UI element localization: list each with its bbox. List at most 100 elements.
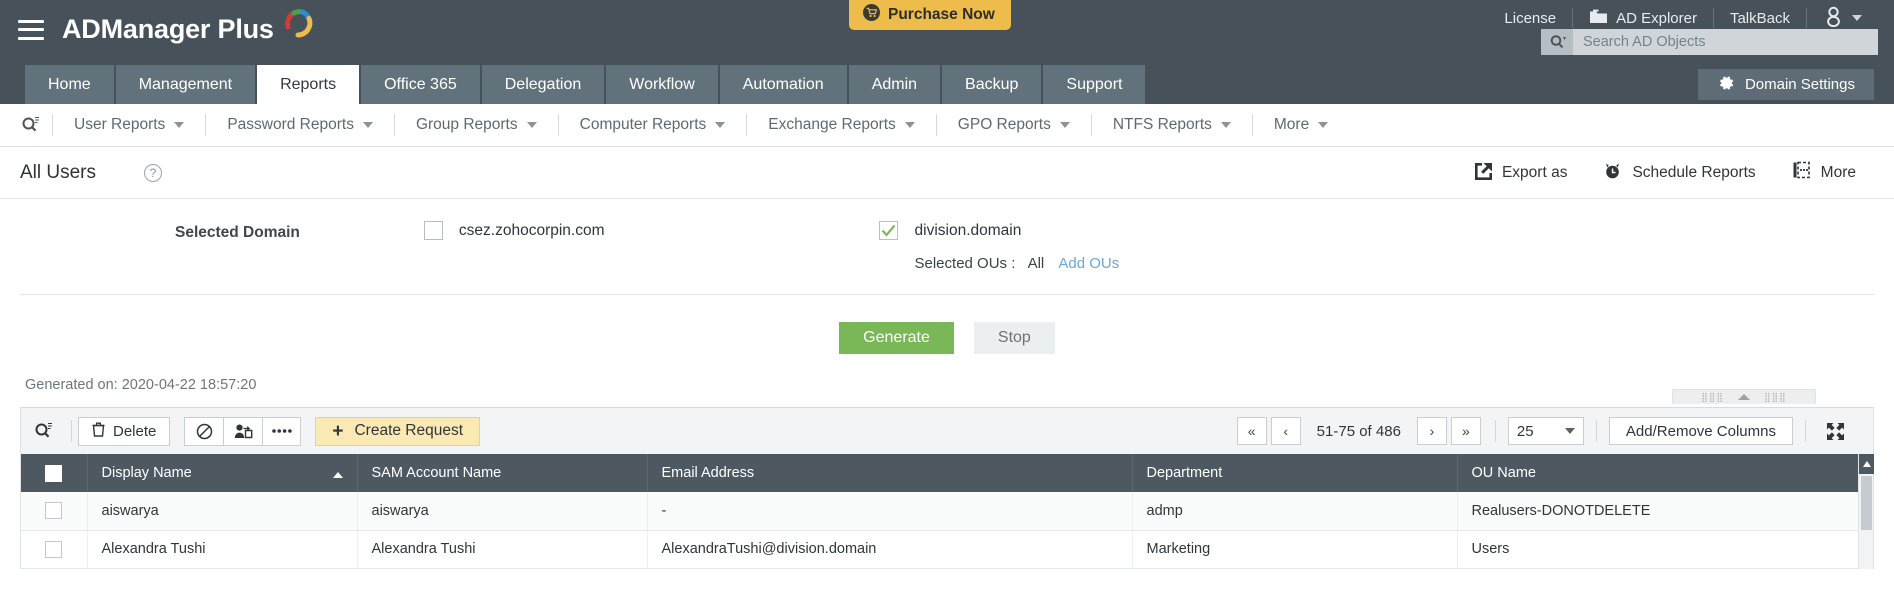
tab-reports[interactable]: Reports: [257, 65, 360, 104]
column-label: Display Name: [101, 465, 192, 481]
divider: [71, 420, 72, 442]
table-toolbar: Delete + Create Request « ‹ 51-75 of 486…: [20, 408, 1874, 454]
ad-explorer-label: AD Explorer: [1616, 9, 1697, 27]
license-link[interactable]: License: [1488, 10, 1572, 27]
domain-settings-label: Domain Settings: [1744, 76, 1855, 93]
chevron-down-icon: [362, 122, 373, 128]
divider: [1595, 420, 1597, 442]
column-email-address[interactable]: Email Address: [647, 454, 1133, 492]
user-account-menu[interactable]: [1807, 6, 1878, 31]
row-select-cell[interactable]: [21, 530, 88, 569]
search-input[interactable]: [1573, 29, 1878, 55]
fullscreen-icon[interactable]: [1818, 422, 1853, 441]
scroll-up-button[interactable]: [1859, 454, 1874, 474]
prev-page-button[interactable]: ‹: [1270, 417, 1301, 445]
table-search-icon[interactable]: [21, 422, 65, 440]
schedule-reports-button[interactable]: Schedule Reports: [1585, 161, 1773, 185]
domain-option-division: division.domain Selected OUs : All Add O…: [878, 221, 1120, 272]
purchase-now-button[interactable]: Purchase Now: [849, 0, 1011, 30]
divider: [1805, 420, 1806, 442]
tab-support[interactable]: Support: [1043, 65, 1146, 104]
cell-email: AlexandraTushi@division.domain: [647, 530, 1133, 569]
hamburger-menu-icon[interactable]: [18, 19, 44, 40]
table-header-row: Display Name SAM Account Name Email Addr…: [21, 454, 1873, 492]
ad-search-box: [1541, 29, 1878, 55]
move-user-icon[interactable]: [223, 416, 263, 446]
last-page-button[interactable]: »: [1450, 417, 1481, 445]
selected-ous-line: Selected OUs : All Add OUs: [915, 255, 1120, 272]
report-search-icon[interactable]: [8, 116, 52, 134]
ad-explorer-link[interactable]: AD Explorer: [1573, 9, 1713, 28]
row-checkbox[interactable]: [45, 502, 63, 520]
delete-button[interactable]: Delete: [78, 416, 171, 446]
tab-admin[interactable]: Admin: [848, 65, 941, 104]
user-avatar-icon: [1823, 6, 1844, 31]
tab-workflow[interactable]: Workflow: [606, 65, 718, 104]
subnav-item-more[interactable]: More: [1253, 116, 1349, 134]
add-remove-columns-button[interactable]: Add/Remove Columns: [1608, 417, 1793, 445]
add-ous-link[interactable]: Add OUs: [1058, 255, 1119, 272]
more-options-icon[interactable]: [262, 416, 302, 446]
subnav-item-user-reports[interactable]: User Reports: [53, 116, 205, 134]
tab-office-365[interactable]: Office 365: [361, 65, 480, 104]
disable-icon[interactable]: [184, 416, 224, 446]
export-as-button[interactable]: Export as: [1455, 161, 1585, 185]
scrollbar-thumb[interactable]: [1861, 476, 1872, 530]
create-request-button[interactable]: + Create Request: [315, 416, 481, 446]
help-icon[interactable]: ?: [144, 163, 163, 182]
cell-display-name: Alexandra Tushi: [87, 530, 358, 569]
chevron-down-icon: [904, 122, 915, 128]
main-nav-tabs: Home Management Reports Office 365 Deleg…: [25, 65, 1147, 104]
column-sam-account-name[interactable]: SAM Account Name: [357, 454, 648, 492]
subnav-item-exchange-reports[interactable]: Exchange Reports: [747, 116, 936, 134]
page-size-select[interactable]: 25: [1507, 417, 1584, 445]
tab-management[interactable]: Management: [115, 65, 256, 104]
page-title: All Users: [20, 161, 97, 183]
purchase-now-label: Purchase Now: [888, 6, 995, 23]
table-row[interactable]: aiswarya aiswarya - admp Realusers-DONOT…: [21, 492, 1873, 531]
domain-checkbox-csez[interactable]: [423, 221, 443, 240]
generate-button[interactable]: Generate: [839, 322, 954, 354]
stop-button[interactable]: Stop: [973, 322, 1055, 354]
table-vertical-scrollbar[interactable]: [1858, 454, 1874, 569]
tab-home[interactable]: Home: [25, 65, 114, 104]
chevron-down-icon: [1059, 122, 1070, 128]
domain-option-csez: csez.zohocorpin.com: [423, 221, 605, 241]
talkback-link[interactable]: TalkBack: [1714, 10, 1806, 27]
column-ou-name[interactable]: OU Name: [1457, 454, 1873, 492]
column-display-name[interactable]: Display Name: [87, 454, 358, 492]
subnav-item-group-reports[interactable]: Group Reports: [395, 116, 558, 134]
column-department[interactable]: Department: [1132, 454, 1458, 492]
tab-backup[interactable]: Backup: [942, 65, 1042, 104]
column-label: SAM Account Name: [371, 465, 502, 481]
table-row[interactable]: Alexandra Tushi Alexandra Tushi Alexandr…: [21, 530, 1873, 569]
row-checkbox[interactable]: [45, 540, 63, 558]
subnav-item-password-reports[interactable]: Password Reports: [206, 116, 394, 134]
domain-settings-button[interactable]: Domain Settings: [1697, 69, 1874, 100]
panel-collapse-grip[interactable]: ⣿⣿⣿ ⣿⣿⣿: [1672, 389, 1816, 404]
subnav-item-computer-reports[interactable]: Computer Reports: [559, 116, 747, 134]
select-all-checkbox[interactable]: [45, 464, 63, 482]
cell-display-name: aiswarya: [87, 492, 358, 531]
row-select-cell[interactable]: [21, 492, 88, 531]
pagination-controls: « ‹ 51-75 of 486 › » 25 Add/Remove Colum…: [1235, 417, 1853, 445]
select-all-header[interactable]: [21, 454, 88, 492]
search-icon[interactable]: [1541, 29, 1573, 55]
subnav-item-ntfs-reports[interactable]: NTFS Reports: [1092, 116, 1252, 134]
next-page-button[interactable]: ›: [1416, 417, 1447, 445]
generate-row: Generate Stop: [0, 322, 1894, 354]
chevron-up-icon: [1738, 394, 1750, 400]
license-label: License: [1504, 9, 1557, 27]
selected-ous-label: Selected OUs :: [914, 255, 1016, 272]
tab-label: Admin: [871, 75, 918, 93]
table-body-wrap: Display Name SAM Account Name Email Addr…: [20, 454, 1874, 569]
tab-automation[interactable]: Automation: [719, 65, 847, 104]
first-page-button[interactable]: «: [1236, 417, 1267, 445]
chevron-down-icon: [174, 122, 185, 128]
subnav-item-gpo-reports[interactable]: GPO Reports: [937, 116, 1091, 134]
more-actions-button[interactable]: More: [1774, 161, 1874, 184]
tab-delegation[interactable]: Delegation: [481, 65, 605, 104]
panel-resize-grip-wrap: ⣿⣿⣿ ⣿⣿⣿: [0, 389, 1894, 407]
column-label: Department: [1146, 465, 1223, 481]
domain-checkbox-division[interactable]: [878, 221, 898, 240]
